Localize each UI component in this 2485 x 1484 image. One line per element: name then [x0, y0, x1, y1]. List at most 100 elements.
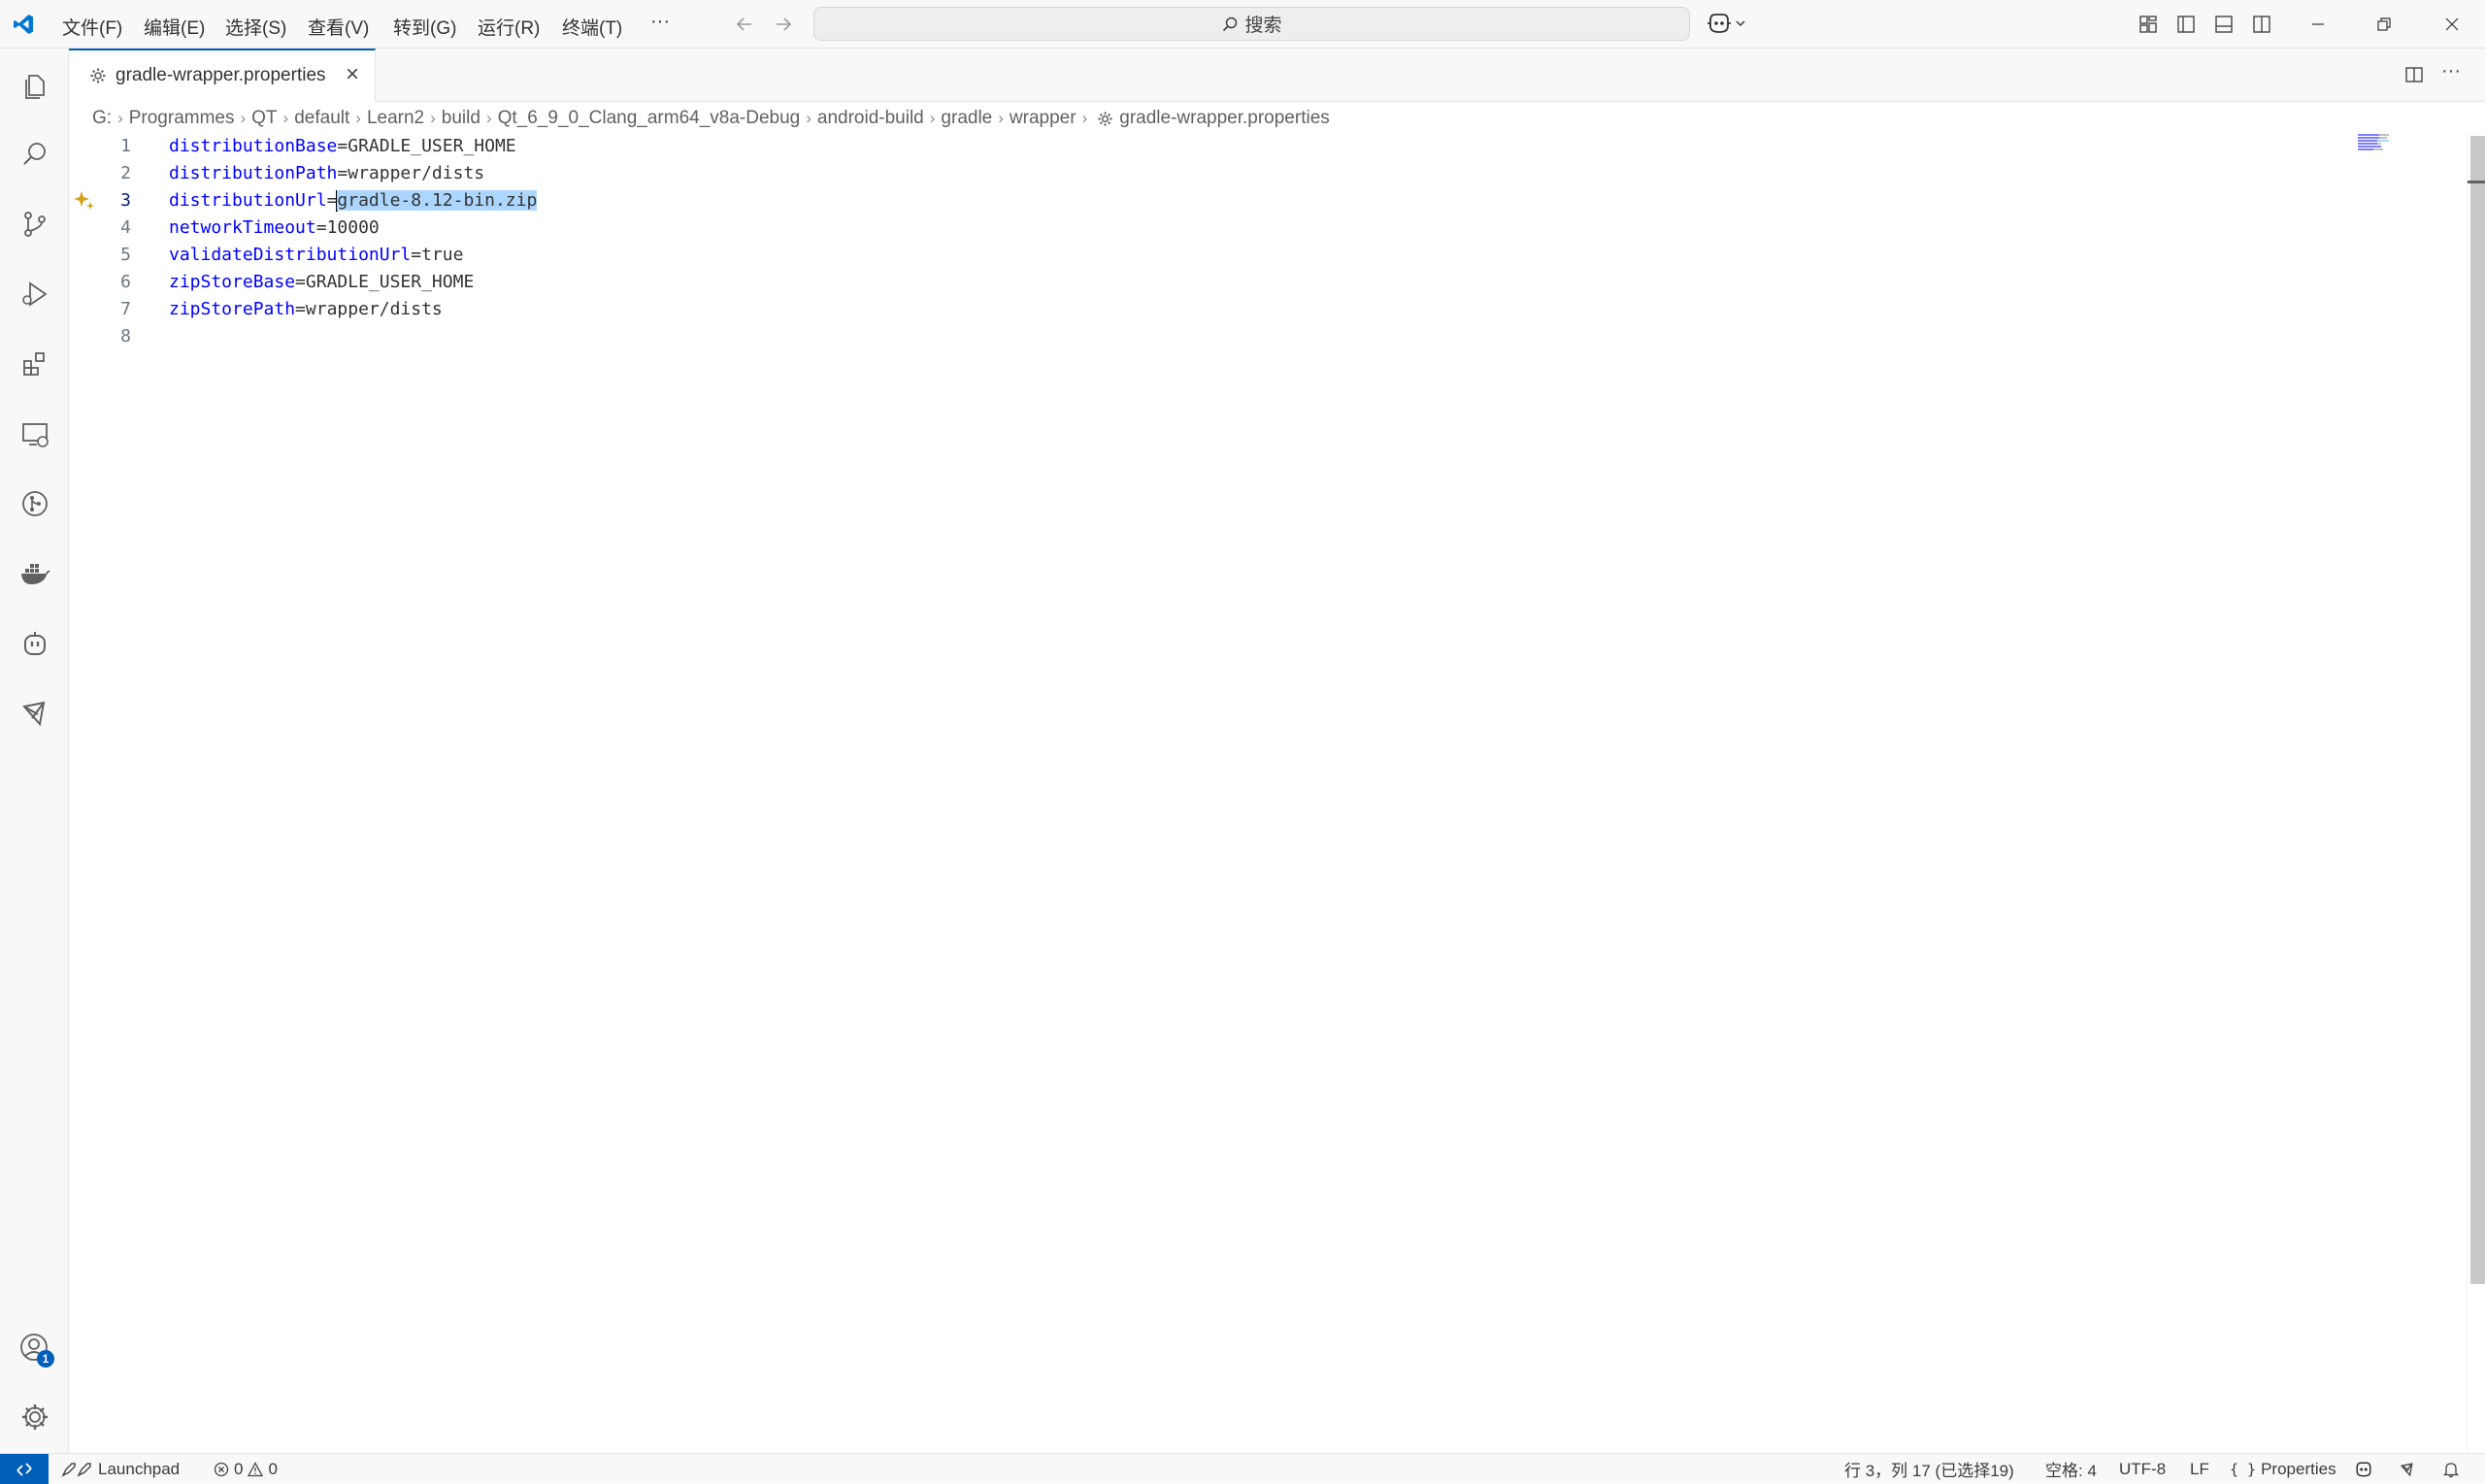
menu-go[interactable]: 转到(G)	[389, 12, 460, 42]
chevron-right-icon: ›	[282, 109, 289, 127]
menu-edit[interactable]: 编辑(E)	[140, 12, 209, 42]
property-key: distributionUrl	[169, 190, 327, 211]
breadcrumb-android-build[interactable]: android-build	[817, 108, 924, 129]
menu-file[interactable]: 文件(F)	[58, 12, 126, 42]
toggle-secondary-sidebar-icon[interactable]	[2252, 15, 2271, 34]
tab-gradle-wrapper-properties[interactable]: gradle-wrapper.properties ×	[69, 49, 376, 102]
search-placeholder: 搜索	[1244, 16, 1282, 36]
notifications-button[interactable]	[2442, 1454, 2460, 1484]
rocket-icon	[60, 1461, 93, 1478]
line-number: 2	[120, 163, 131, 183]
scrollbar-thumb[interactable]	[2470, 136, 2485, 1284]
accounts-icon[interactable]: 1	[16, 1329, 54, 1368]
menu-more-button[interactable]: ···	[646, 9, 674, 35]
menu-run[interactable]: 运行(R)	[474, 12, 544, 42]
property-key: zipStorePath	[169, 299, 296, 319]
qt-extension-icon[interactable]	[16, 694, 54, 733]
warning-count: 0	[268, 1459, 278, 1478]
breadcrumb-default[interactable]: default	[294, 108, 349, 129]
equals-sign: =	[295, 299, 306, 319]
title-bar: 文件(F) 编辑(E) 选择(S) 查看(V) 转到(G) 运行(R) 终端(T…	[0, 0, 2485, 49]
explorer-icon[interactable]	[16, 66, 54, 105]
breadcrumb-qt[interactable]: QT	[251, 108, 277, 129]
property-key: networkTimeout	[169, 217, 316, 238]
breadcrumb-drive[interactable]: G:	[92, 108, 112, 129]
qt-status[interactable]	[2398, 1454, 2417, 1484]
indentation-label: 空格: 4	[2045, 1462, 2097, 1480]
code-line: 6 zipStoreBase=GRADLE_USER_HOME	[69, 269, 2010, 296]
chevron-right-icon: ›	[485, 109, 492, 127]
breadcrumb-build[interactable]: build	[442, 108, 480, 129]
braces-icon: { }	[2230, 1460, 2257, 1478]
remote-indicator-button[interactable]	[0, 1454, 49, 1484]
cursor-position-marker	[2468, 181, 2485, 183]
restore-icon	[2376, 16, 2392, 32]
accounts-badge: 1	[37, 1350, 54, 1368]
search-sidebar-icon[interactable]	[16, 135, 54, 174]
menu-terminal[interactable]: 终端(T)	[558, 12, 626, 42]
launchpad-label: Launchpad	[98, 1459, 181, 1478]
property-value: 10000	[326, 217, 380, 238]
remote-icon	[16, 1461, 33, 1478]
gitlens-icon[interactable]	[16, 484, 54, 523]
vscode-logo-icon	[12, 13, 35, 36]
equals-sign: =	[315, 217, 327, 238]
command-center-search[interactable]: 搜索	[813, 7, 1690, 41]
launchpad-button[interactable]: Launchpad	[60, 1454, 180, 1484]
run-and-debug-icon[interactable]	[16, 275, 54, 313]
close-icon	[2444, 16, 2460, 32]
breadcrumb-programmes[interactable]: Programmes	[129, 108, 235, 129]
customize-layout-icon[interactable]	[2138, 15, 2158, 34]
toggle-primary-sidebar-icon[interactable]	[2176, 15, 2196, 34]
property-value: wrapper/dists	[348, 163, 485, 183]
line-number: 8	[120, 326, 131, 346]
copilot-menu-button[interactable]	[1706, 12, 1746, 35]
tab-close-button[interactable]: ×	[346, 61, 359, 88]
extensions-icon[interactable]	[16, 345, 54, 383]
line-number: 5	[120, 245, 131, 265]
eol-status[interactable]: LF	[2190, 1454, 2209, 1484]
property-key: validateDistributionUrl	[169, 245, 412, 265]
problems-button[interactable]: 0 0	[214, 1454, 278, 1484]
equals-sign: =	[295, 272, 306, 292]
close-window-button[interactable]	[2419, 0, 2485, 49]
menu-selection[interactable]: 选择(S)	[221, 12, 290, 42]
menu-view[interactable]: 查看(V)	[304, 12, 373, 42]
docker-icon[interactable]	[16, 554, 54, 593]
restore-button[interactable]	[2351, 0, 2417, 49]
cursor-position-status[interactable]: 行 3，列 17 (已选择19)	[1844, 1454, 2014, 1484]
line-number: 6	[120, 272, 131, 292]
split-editor-icon[interactable]	[2404, 65, 2424, 84]
code-editor[interactable]: 1 distributionBase=GRADLE_USER_HOME 2 di…	[69, 132, 2467, 1452]
copilot-status[interactable]	[2354, 1454, 2373, 1484]
breadcrumb-gradle[interactable]: gradle	[941, 108, 992, 129]
breadcrumb-file[interactable]: gradle-wrapper.properties	[1119, 108, 1330, 129]
minimize-button[interactable]	[2285, 0, 2351, 49]
indentation-status[interactable]: 空格: 4	[2045, 1454, 2097, 1484]
breadcrumb-qt-kit[interactable]: Qt_6_9_0_Clang_arm64_v8a-Debug	[498, 108, 801, 129]
eol-label: LF	[2190, 1459, 2209, 1478]
language-mode-status[interactable]: { } Properties	[2230, 1454, 2336, 1484]
editor-more-actions-icon[interactable]: ···	[2441, 60, 2461, 82]
breadcrumb-learn2[interactable]: Learn2	[367, 108, 424, 129]
settings-gear-icon[interactable]	[16, 1398, 54, 1436]
code-line: 8	[69, 323, 2010, 350]
source-control-icon[interactable]	[16, 205, 54, 244]
warning-icon	[248, 1461, 264, 1477]
breadcrumb: G: › Programmes › QT › default › Learn2 › bui…	[92, 106, 1330, 131]
minimap[interactable]	[2356, 132, 2395, 151]
chat-robot-icon[interactable]	[16, 624, 54, 663]
property-value: GRADLE_USER_HOME	[348, 136, 516, 156]
error-icon	[214, 1462, 229, 1477]
encoding-status[interactable]: UTF-8	[2119, 1454, 2166, 1484]
remote-explorer-icon[interactable]	[16, 414, 54, 453]
vertical-scrollbar[interactable]	[2467, 132, 2485, 1452]
minimize-icon	[2310, 16, 2326, 32]
breadcrumb-wrapper[interactable]: wrapper	[1010, 108, 1077, 129]
code-line: 7 zipStorePath=wrapper/dists	[69, 296, 2010, 323]
chevron-right-icon: ›	[355, 109, 361, 127]
back-arrow-icon[interactable]	[734, 14, 755, 35]
forward-arrow-icon[interactable]	[773, 14, 794, 35]
toggle-panel-icon[interactable]	[2214, 15, 2234, 34]
property-value: true	[421, 245, 464, 265]
